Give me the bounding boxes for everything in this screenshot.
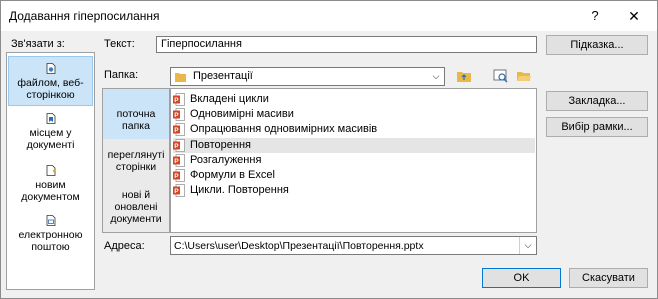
link-to-place-in-document[interactable]: місцем у документі xyxy=(8,113,93,157)
nav-current-folder[interactable]: поточна папка xyxy=(103,89,169,139)
file-row[interactable]: P Опрацювання одновимірних масивів xyxy=(173,122,535,137)
ok-button[interactable]: OK xyxy=(482,268,561,288)
address-label: Адреса: xyxy=(104,240,145,252)
text-to-display-input[interactable]: Гіперпосилання xyxy=(156,36,537,53)
link-to-new-document[interactable]: новим документом xyxy=(8,165,93,209)
svg-text:P: P xyxy=(174,143,179,150)
file-name: Одновимірні масиви xyxy=(190,108,294,121)
chevron-down-icon: ⌵ xyxy=(427,68,444,85)
file-name: Цикли. Повторення xyxy=(190,184,289,197)
file-list: P Вкладені цикли P Одновимірні масиви P Опрац… xyxy=(170,88,537,233)
svg-text:P: P xyxy=(174,127,179,134)
file-name: Опрацювання одновимірних масивів xyxy=(190,123,378,136)
link-to-existing-file-label: файлом, веб-сторінкою xyxy=(17,77,84,101)
folder-icon xyxy=(175,73,186,82)
file-row[interactable]: P Одновимірні масиви xyxy=(173,107,535,122)
address-value: C:\Users\user\Desktop\Презентації\Повтор… xyxy=(174,240,424,252)
svg-text:P: P xyxy=(174,188,179,195)
close-button[interactable]: ✕ xyxy=(621,6,647,26)
browse-web-button[interactable] xyxy=(492,67,510,85)
folder-value: Презентації xyxy=(193,70,253,82)
browse-nav-pane: поточна папка переглянуті сторінки нові … xyxy=(102,88,170,233)
svg-text:P: P xyxy=(174,158,179,165)
powerpoint-file-icon: P xyxy=(173,108,185,122)
cancel-button[interactable]: Скасувати xyxy=(569,268,648,288)
powerpoint-file-icon: P xyxy=(173,123,185,137)
up-one-folder-button[interactable] xyxy=(455,67,473,85)
text-label: Текст: xyxy=(104,38,135,50)
file-row[interactable]: P Розгалуження xyxy=(173,153,535,168)
title-bar: Додавання гіперпосилання ? ✕ xyxy=(1,1,657,31)
new-document-icon xyxy=(46,165,55,176)
nav-browsed-pages[interactable]: переглянуті сторінки xyxy=(103,149,169,179)
folder-select[interactable]: Презентації ⌵ xyxy=(170,67,445,86)
svg-text:P: P xyxy=(174,97,179,104)
folder-label: Папка: xyxy=(104,69,139,81)
link-to-existing-file[interactable]: файлом, веб-сторінкою xyxy=(8,56,93,106)
file-row[interactable]: P Вкладені цикли xyxy=(173,92,535,107)
file-row[interactable]: P Цикли. Повторення xyxy=(173,183,535,198)
open-folder-icon xyxy=(517,72,531,81)
folder-up-icon xyxy=(457,72,471,82)
file-row[interactable]: P Формули в Excel xyxy=(173,168,535,183)
link-to-email-label: електронною поштою xyxy=(18,229,83,253)
link-to-place-label: місцем у документі xyxy=(26,127,75,151)
browse-web-icon xyxy=(493,69,508,83)
link-to-label: Зв'язати з: xyxy=(11,38,65,50)
powerpoint-file-icon: P xyxy=(173,93,185,106)
file-name: Формули в Excel xyxy=(190,169,275,181)
screentip-button[interactable]: Підказка... xyxy=(546,35,648,55)
powerpoint-file-icon: P xyxy=(173,169,185,182)
web-file-icon xyxy=(46,63,55,74)
chevron-down-icon: ⌵ xyxy=(519,237,536,254)
link-to-pane: файлом, веб-сторінкою місцем у документі… xyxy=(6,52,95,290)
dialog-title: Додавання гіперпосилання xyxy=(9,9,160,23)
svg-text:P: P xyxy=(174,112,179,119)
target-frame-button[interactable]: Вибір рамки... xyxy=(546,117,648,137)
place-in-document-icon xyxy=(46,113,55,124)
nav-recent-files[interactable]: нові й оновлені документи xyxy=(103,189,169,229)
email-icon xyxy=(46,215,55,226)
file-name: Повторення xyxy=(190,138,251,151)
link-to-new-document-label: новим документом xyxy=(21,179,80,203)
link-to-email[interactable]: електронною поштою xyxy=(8,215,93,259)
svg-text:P: P xyxy=(174,173,179,180)
file-row[interactable]: P Повторення xyxy=(173,137,535,153)
help-button[interactable]: ? xyxy=(586,7,604,25)
bookmark-button[interactable]: Закладка... xyxy=(546,91,648,111)
file-name: Розгалуження xyxy=(190,153,262,166)
powerpoint-file-icon: P xyxy=(173,138,185,152)
address-input[interactable]: C:\Users\user\Desktop\Презентації\Повтор… xyxy=(170,236,537,255)
powerpoint-file-icon: P xyxy=(173,153,185,167)
insert-hyperlink-dialog: Додавання гіперпосилання ? ✕ Зв'язати з:… xyxy=(0,0,658,299)
file-name: Вкладені цикли xyxy=(190,93,269,105)
browse-file-button[interactable] xyxy=(515,67,533,85)
powerpoint-file-icon: P xyxy=(173,184,185,198)
